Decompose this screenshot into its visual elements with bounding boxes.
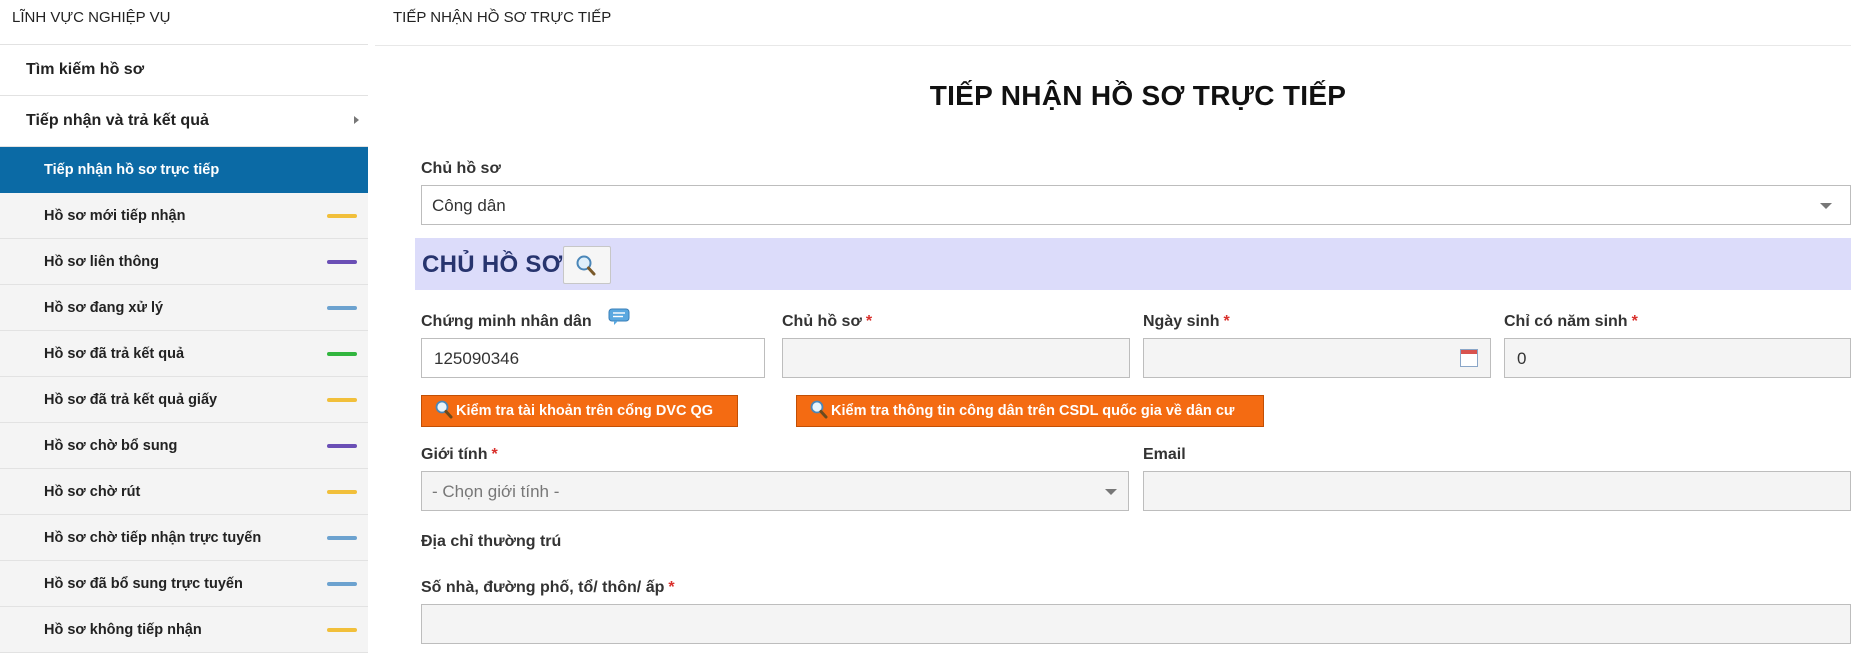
birth-year-input[interactable]: 0 (1504, 338, 1851, 378)
status-color-indicator (327, 628, 357, 632)
sidebar-title: LĨNH VỰC NGHIỆP VỤ (0, 0, 368, 45)
owner-type-value: Công dân (432, 196, 506, 215)
street-input[interactable] (421, 604, 1851, 644)
sidebar-subitem-returned-paper[interactable]: Hồ sơ đã trả kết quả giấy (0, 377, 368, 423)
status-color-indicator (327, 214, 357, 218)
gender-select[interactable]: - Chọn giới tính - (421, 471, 1129, 511)
status-color-indicator (327, 398, 357, 402)
id-card-input[interactable]: 125090346 (421, 338, 765, 378)
birth-date-label: Ngày sinh * (1143, 313, 1230, 331)
sidebar-item-search[interactable]: Tìm kiếm hồ sơ (0, 45, 368, 96)
chat-icon[interactable] (608, 308, 630, 326)
status-color-indicator (327, 260, 357, 264)
sidebar-subitem-not-received[interactable]: Hồ sơ không tiếp nhận (0, 607, 368, 653)
gender-label-text: Giới tính (421, 446, 488, 463)
sidebar-subitem-awaiting-supplement[interactable]: Hồ sơ chờ bổ sung (0, 423, 368, 469)
required-mark: * (1631, 313, 1638, 330)
gender-placeholder: - Chọn giới tính - (432, 482, 560, 501)
sidebar-subitem-interconnected[interactable]: Hồ sơ liên thông (0, 239, 368, 285)
sidebar-item-receive-return[interactable]: Tiếp nhận và trả kết quả (0, 96, 368, 147)
sidebar-item-label: Tiếp nhận và trả kết quả (26, 112, 209, 129)
email-input[interactable] (1143, 471, 1851, 511)
owner-name-label: Chủ hồ sơ * (782, 313, 872, 331)
owner-type-select[interactable]: Công dân (421, 185, 1851, 225)
status-color-indicator (327, 582, 357, 586)
birth-year-label: Chỉ có năm sinh * (1504, 313, 1638, 331)
search-icon (810, 400, 828, 419)
sidebar-subitem-processing[interactable]: Hồ sơ đang xử lý (0, 285, 368, 331)
check-citizen-button-label: Kiểm tra thông tin công dân trên CSDL qu… (831, 403, 1235, 419)
birth-date-label-text: Ngày sinh (1143, 313, 1220, 330)
chevron-right-icon (354, 116, 359, 124)
id-card-label: Chứng minh nhân dân (421, 313, 592, 330)
owner-search-button[interactable] (563, 246, 611, 284)
check-account-button[interactable]: Kiểm tra tài khoản trên cổng DVC QG (421, 395, 738, 427)
sidebar-subitem-direct-receive[interactable]: Tiếp nhận hồ sơ trực tiếp (0, 147, 368, 193)
chevron-down-icon (1820, 203, 1832, 209)
birth-date-input[interactable] (1143, 338, 1491, 378)
required-mark: * (491, 446, 498, 463)
sidebar-subitem-awaiting-withdrawal[interactable]: Hồ sơ chờ rút (0, 469, 368, 515)
search-icon (435, 400, 453, 419)
sidebar-subitem-supplemented-online[interactable]: Hồ sơ đã bổ sung trực tuyến (0, 561, 368, 607)
email-label: Email (1143, 446, 1186, 463)
status-color-indicator (327, 536, 357, 540)
street-label: Số nhà, đường phố, tổ/ thôn/ ấp * (421, 579, 675, 597)
owner-name-input[interactable] (782, 338, 1130, 378)
gender-label: Giới tính * (421, 446, 498, 464)
sidebar-item-label: Hồ sơ đã trả kết quả (44, 346, 185, 362)
sidebar-subitem-awaiting-online[interactable]: Hồ sơ chờ tiếp nhận trực tuyến (0, 515, 368, 561)
sidebar-subitem-returned[interactable]: Hồ sơ đã trả kết quả (0, 331, 368, 377)
required-mark: * (865, 313, 873, 330)
chevron-down-icon (1105, 489, 1117, 495)
check-account-button-label: Kiểm tra tài khoản trên cổng DVC QG (456, 403, 714, 419)
check-citizen-button[interactable]: Kiểm tra thông tin công dân trên CSDL qu… (796, 395, 1264, 427)
sidebar-item-label: Hồ sơ đang xử lý (44, 300, 164, 316)
street-label-text: Số nhà, đường phố, tổ/ thôn/ ấp (421, 579, 665, 596)
sidebar-item-label: Hồ sơ chờ bổ sung (44, 438, 178, 454)
required-mark: * (668, 579, 675, 596)
sidebar-item-label: Hồ sơ chờ tiếp nhận trực tuyến (44, 530, 262, 546)
breadcrumb: TIẾP NHẬN HỒ SƠ TRỰC TIẾP (375, 0, 1851, 46)
sidebar-item-label: Hồ sơ mới tiếp nhận (44, 208, 186, 224)
status-color-indicator (327, 490, 357, 494)
status-color-indicator (327, 444, 357, 448)
sidebar-item-label: Hồ sơ liên thông (44, 254, 160, 270)
sidebar: LĨNH VỰC NGHIỆP VỤ Tìm kiếm hồ sơ Tiếp n… (0, 0, 368, 653)
search-icon (576, 255, 596, 276)
sidebar-item-label: Hồ sơ đã trả kết quả giấy (44, 392, 218, 408)
section-title: CHỦ HỒ SƠ (422, 251, 563, 278)
owner-name-label-text: Chủ hồ sơ (782, 313, 862, 330)
status-color-indicator (327, 306, 357, 310)
page-title: TIẾP NHẬN HỒ SƠ TRỰC TIẾP (929, 80, 1347, 111)
status-color-indicator (327, 352, 357, 356)
owner-type-label: Chủ hồ sơ (421, 160, 501, 177)
birth-year-label-text: Chỉ có năm sinh (1504, 313, 1628, 330)
sidebar-item-label: Hồ sơ đã bổ sung trực tuyến (44, 576, 243, 592)
sidebar-subitem-new[interactable]: Hồ sơ mới tiếp nhận (0, 193, 368, 239)
required-mark: * (1223, 313, 1230, 330)
address-heading: Địa chỉ thường trú (421, 533, 562, 550)
sidebar-item-label: Tìm kiếm hồ sơ (26, 61, 145, 78)
calendar-icon[interactable] (1460, 349, 1478, 367)
main-content: TIẾP NHẬN HỒ SƠ TRỰC TIẾP TIẾP NHẬN HỒ S… (375, 0, 1851, 653)
sidebar-item-label: Tiếp nhận hồ sơ trực tiếp (44, 162, 220, 178)
sidebar-item-label: Hồ sơ chờ rút (44, 484, 141, 500)
owner-section-header: CHỦ HỒ SƠ (415, 238, 1851, 290)
sidebar-item-label: Hồ sơ không tiếp nhận (44, 622, 202, 638)
